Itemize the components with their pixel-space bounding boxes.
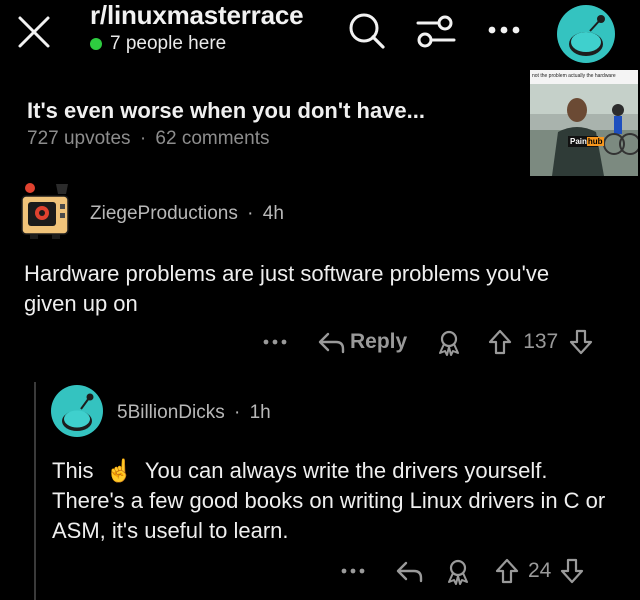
reply-text: You can always write the drivers yoursel… (52, 458, 606, 543)
reply-label: Reply (350, 330, 408, 353)
downvote-button[interactable] (568, 328, 594, 356)
thumbnail-shirt-text: Painhub (570, 137, 604, 146)
search-button[interactable] (346, 10, 388, 52)
reply-body: This ☝ You can always write the drivers … (52, 456, 612, 546)
reply-author[interactable]: 5BillionDicks (117, 402, 225, 423)
close-button[interactable] (14, 12, 54, 52)
meta-separator: · (233, 402, 241, 423)
comment-header: ZiegeProductions · 4h (90, 203, 284, 225)
user-avatar[interactable] (556, 4, 616, 64)
filter-button[interactable] (414, 12, 458, 52)
upvote-count: 727 upvotes (27, 128, 131, 149)
reply-header: 5BillionDicks · 1h (117, 402, 271, 424)
comment-time: 4h (262, 203, 284, 224)
upvote-icon (489, 329, 512, 355)
more-icon (341, 568, 365, 574)
award-icon (439, 330, 460, 356)
reply-time: 1h (249, 402, 271, 423)
robot-avatar-icon (21, 183, 69, 239)
close-icon (18, 16, 50, 48)
post-title[interactable]: It's even worse when you don't have... (27, 98, 425, 124)
reply-icon (318, 332, 345, 354)
reply-avatar[interactable] (50, 384, 104, 438)
comment-avatar[interactable] (20, 180, 72, 240)
thread-line (34, 382, 36, 600)
comment-body: Hardware problems are just software prob… (24, 261, 550, 316)
online-text: 7 people here (110, 33, 227, 54)
post-meta: 727 upvotes · 62 comments (27, 128, 269, 150)
downvote-icon (570, 329, 593, 355)
post-thumbnail[interactable]: not the problem actually the hardware Pa… (530, 70, 638, 176)
online-dot (90, 38, 102, 50)
pointing-up-emoji: ☝ (105, 458, 134, 483)
thumbnail-caption: not the problem actually the hardware (532, 73, 616, 79)
upvote-icon (495, 558, 519, 584)
award-icon (448, 559, 468, 585)
subreddit-title[interactable]: r/linuxmasterrace (90, 0, 304, 31)
vote-score: 24 (528, 559, 552, 582)
more-options-button[interactable] (262, 337, 294, 347)
upvote-button[interactable] (487, 328, 513, 356)
reply-button[interactable] (394, 559, 424, 583)
meta-separator: · (247, 203, 254, 224)
shirt-text-right: hub (586, 137, 604, 146)
online-count: 7 people here (90, 33, 226, 55)
filter-icon (416, 15, 456, 48)
shirt-text-left: Pain (570, 137, 587, 146)
vote-score: 137 (523, 330, 559, 353)
comment-count: 62 comments (155, 128, 270, 149)
comment-author[interactable]: ZiegeProductions (90, 203, 238, 224)
award-button[interactable] (435, 328, 463, 356)
downvote-icon (561, 558, 584, 584)
snoo-avatar-icon (51, 385, 103, 437)
more-icon (488, 26, 520, 34)
reply-body-prefix: This (52, 458, 94, 483)
comment-actions: Reply 137 (262, 326, 594, 358)
reply-icon (396, 561, 423, 583)
search-icon (349, 13, 385, 49)
more-options-button[interactable] (486, 20, 522, 40)
more-options-button[interactable] (340, 566, 372, 576)
more-icon (263, 339, 287, 345)
reply-actions: 24 (340, 556, 585, 586)
meta-separator: · (139, 128, 147, 149)
upvote-button[interactable] (494, 557, 520, 585)
thumbnail-image (530, 70, 638, 176)
award-button[interactable] (444, 557, 472, 585)
reply-button[interactable]: Reply (316, 330, 407, 354)
downvote-button[interactable] (559, 557, 585, 585)
snoo-avatar-icon (557, 5, 615, 63)
